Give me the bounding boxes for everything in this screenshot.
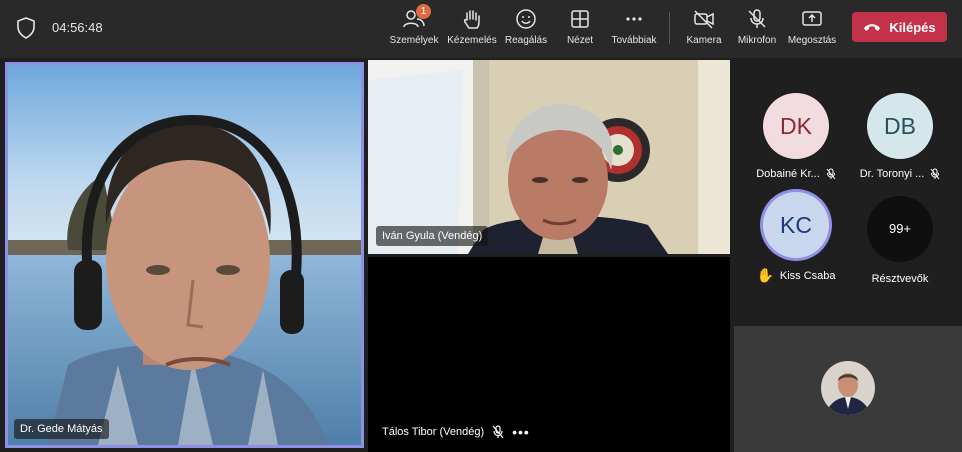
leave-button[interactable]: Kilépés — [852, 12, 947, 42]
more-button[interactable]: Továbbiak — [608, 8, 660, 52]
roster-name-db: Dr. Toronyi ... — [859, 168, 925, 180]
hang-up-icon — [864, 24, 881, 31]
mic-off-icon — [930, 168, 940, 180]
video-feed-ivan — [368, 60, 730, 254]
avatar-db: DB — [867, 93, 933, 159]
roster-name-dk: Dobainé Kr... — [756, 168, 820, 180]
meeting-toolbar: 04:56:48 1 Személyek Kézemelés Reagálás … — [0, 0, 962, 58]
camera-off-icon — [693, 8, 715, 30]
self-avatar-photo — [821, 361, 875, 415]
view-button[interactable]: Nézet — [560, 8, 600, 52]
people-button[interactable]: 1 Személyek — [388, 4, 440, 52]
video-tile-ivan[interactable]: Iván Gyula (Vendég) — [368, 60, 730, 254]
avatar-dk: DK — [763, 93, 829, 159]
overflow-count: 99+ — [867, 196, 933, 262]
camera-label: Kamera — [686, 35, 722, 46]
react-button[interactable]: Reagálás — [504, 8, 548, 52]
hand-icon — [461, 8, 483, 30]
roster-participant-overflow[interactable]: 99+ Résztvevők — [848, 196, 952, 285]
shield-icon[interactable] — [16, 17, 36, 39]
roster-participant-db[interactable]: DB Dr. Toronyi ... — [848, 93, 952, 180]
video-feed-gede — [8, 65, 361, 445]
mic-off-icon — [746, 8, 768, 30]
more-options-icon[interactable]: ••• — [512, 424, 530, 440]
meeting-timer: 04:56:48 — [52, 20, 103, 35]
mic-button[interactable]: Mikrofon — [734, 8, 780, 52]
participant-name-ivan: Iván Gyula (Vendég) — [376, 226, 489, 246]
mic-label: Mikrofon — [737, 35, 777, 46]
video-tile-gede[interactable]: Dr. Gede Mátyás — [5, 62, 364, 448]
camera-button[interactable]: Kamera — [684, 8, 724, 52]
video-tile-talos[interactable]: Tálos Tibor (Vendég) ••• — [368, 257, 730, 452]
roster-name-kc: Kiss Csaba — [779, 269, 836, 282]
people-label: Személyek — [389, 35, 439, 46]
more-dots-icon — [623, 8, 645, 30]
more-label: Továbbiak — [611, 35, 657, 46]
share-label: Megosztás — [787, 35, 837, 46]
roster-participant-dk[interactable]: DK Dobainé Kr... — [744, 93, 848, 180]
view-label: Nézet — [566, 35, 594, 46]
react-label: Reagálás — [504, 35, 548, 46]
emoji-icon — [515, 8, 537, 30]
raise-hand-label: Kézemelés — [447, 35, 497, 46]
roster-name-participants: Résztvevők — [871, 273, 929, 285]
toolbar-divider — [669, 12, 670, 44]
participant-count-badge: 1 — [416, 4, 431, 19]
participant-name-talos: Tálos Tibor (Vendég) — [382, 426, 485, 438]
mic-off-icon — [826, 168, 836, 180]
raise-hand-button[interactable]: Kézemelés — [446, 8, 498, 52]
avatar-kc: KC — [763, 192, 829, 258]
share-button[interactable]: Megosztás — [786, 8, 838, 52]
self-view-tile[interactable] — [734, 326, 962, 452]
share-screen-icon — [801, 8, 823, 30]
leave-label: Kilépés — [889, 19, 936, 35]
roster-participant-kc[interactable]: KC ✋ Kiss Csaba — [744, 192, 848, 284]
grid-view-icon — [569, 8, 591, 30]
participant-footer-talos: Tálos Tibor (Vendég) ••• — [382, 424, 530, 440]
mic-off-icon — [492, 425, 504, 439]
raised-hand-icon: ✋ — [756, 267, 774, 283]
people-icon: 1 — [403, 4, 431, 30]
participant-name-gede: Dr. Gede Mátyás — [14, 419, 109, 439]
